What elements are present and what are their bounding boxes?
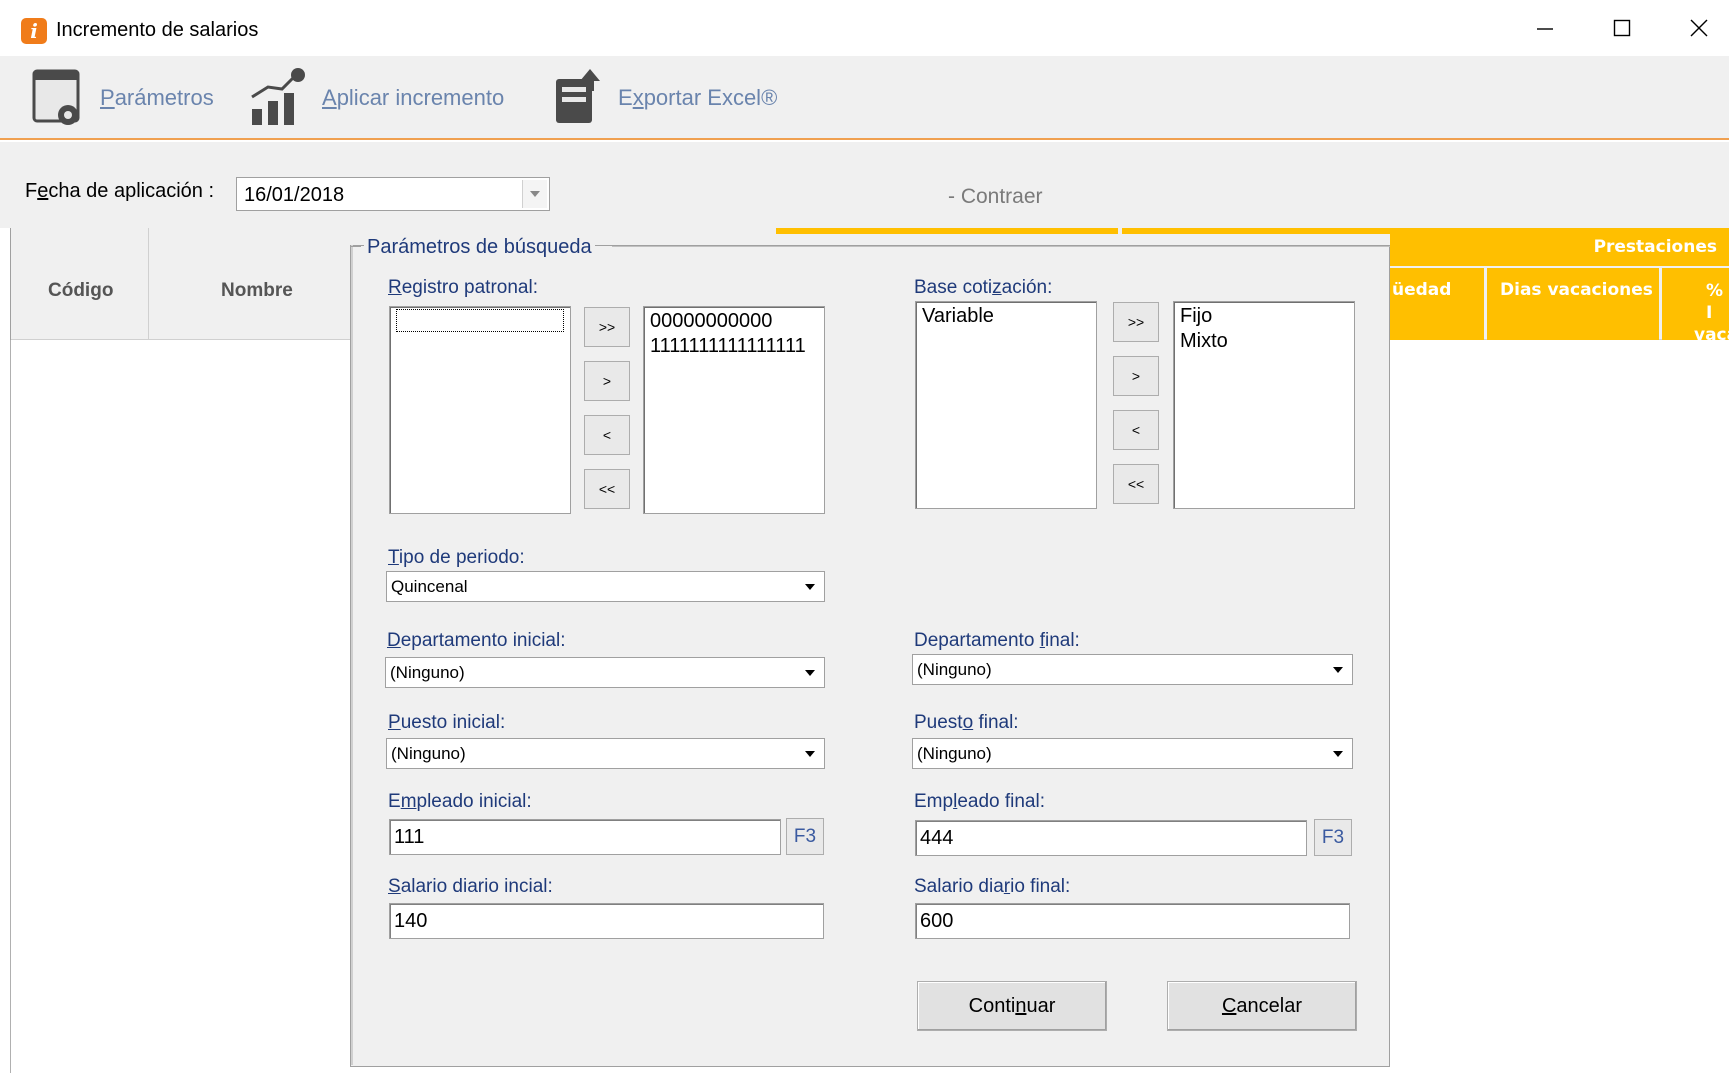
list-item[interactable]: Fijo xyxy=(1180,304,1348,329)
list-item[interactable]: 00000000000 xyxy=(650,309,818,334)
list-item[interactable]: Variable xyxy=(922,304,1090,329)
base-available-list[interactable]: Variable xyxy=(915,301,1097,509)
depto-final-value: (Ninguno) xyxy=(917,659,992,679)
minimize-icon[interactable] xyxy=(1510,8,1580,48)
chevron-down-icon[interactable] xyxy=(1326,657,1350,682)
group-top-left xyxy=(351,246,361,247)
header-band-orange-2 xyxy=(1122,228,1390,234)
salario-inicial-field[interactable]: 140 xyxy=(389,903,824,939)
settings-window-icon xyxy=(32,69,80,125)
depto-final-select[interactable]: (Ninguno) xyxy=(912,654,1353,685)
aplicar-incremento-button[interactable]: Aplicar incremento xyxy=(248,66,504,130)
tipo-periodo-label: Tipo de periodo: xyxy=(388,547,525,568)
col-nombre[interactable]: Nombre xyxy=(221,280,293,302)
exportar-excel-label: Exportar Excel® xyxy=(618,85,778,110)
puesto-inicial-value: (Ninguno) xyxy=(391,743,466,763)
list-item[interactable]: Mixto xyxy=(1180,329,1348,354)
list-item[interactable]: 1111111111111111 xyxy=(650,334,818,359)
close-icon[interactable] xyxy=(1664,8,1729,48)
contraer-link[interactable]: - Contraer xyxy=(948,185,1043,209)
puesto-final-select[interactable]: (Ninguno) xyxy=(912,738,1353,769)
base-move-all-left-button[interactable]: << xyxy=(1113,464,1159,504)
puesto-final-label: Puesto final: xyxy=(914,712,1019,733)
col-dias-vacaciones[interactable]: Dias vacaciones xyxy=(1487,268,1659,340)
pct-line1: % I xyxy=(1706,281,1724,323)
exportar-excel-button[interactable]: Exportar Excel® xyxy=(550,66,777,130)
maximize-icon[interactable] xyxy=(1587,8,1657,48)
continuar-button[interactable]: Conti n uar xyxy=(917,981,1107,1031)
antiguedad-label: üedad xyxy=(1392,280,1452,300)
parametros-button[interactable]: Parámetros xyxy=(30,66,214,130)
base-move-left-button[interactable]: < xyxy=(1113,410,1159,450)
base-selected-list[interactable]: Fijo Mixto xyxy=(1173,301,1355,509)
salario-final-field[interactable]: 600 xyxy=(915,903,1350,939)
empleado-inicial-f3-button[interactable]: F3 xyxy=(786,818,824,855)
depto-inicial-label: Departamento inicial: xyxy=(387,630,566,651)
chevron-down-icon[interactable] xyxy=(798,741,822,766)
chevron-down-icon[interactable] xyxy=(522,180,547,208)
title-bar xyxy=(0,0,1729,56)
tipo-periodo-value: Quincenal xyxy=(391,576,468,596)
empleado-final-field[interactable]: 444 xyxy=(915,820,1307,856)
chevron-down-icon[interactable] xyxy=(1326,741,1350,766)
empleado-inicial-label: Empleado inicial: xyxy=(388,791,532,812)
base-move-all-right-button[interactable]: >> xyxy=(1113,302,1159,342)
tipo-periodo-select[interactable]: Quincenal xyxy=(386,571,825,602)
aplicar-incremento-label: Aplicar incremento xyxy=(322,85,505,110)
group-border xyxy=(351,245,353,1065)
fecha-aplicacion-value: 16/01/2018 xyxy=(244,184,345,206)
depto-final-label: Departamento final: xyxy=(914,630,1080,651)
window-title: Incremento de salarios xyxy=(56,19,259,41)
depto-inicial-select[interactable]: (Ninguno) xyxy=(385,657,825,688)
prestaciones-label: Prestaciones xyxy=(1593,237,1717,257)
dias-vacaciones-label: Dias vacaciones xyxy=(1500,280,1653,300)
registro-move-left-button[interactable]: < xyxy=(584,415,630,455)
registro-move-all-left-button[interactable]: << xyxy=(584,469,630,509)
base-cotizacion-label: Base cotización: xyxy=(914,277,1053,298)
growth-chart-icon xyxy=(251,68,305,125)
grid-col-divider xyxy=(148,228,149,340)
registro-move-all-right-button[interactable]: >> xyxy=(584,307,630,347)
app-icon: i xyxy=(21,18,47,44)
group-title: Parámetros de búsqueda xyxy=(364,236,595,259)
chevron-down-icon[interactable] xyxy=(798,660,822,685)
prestaciones-header: Prestaciones xyxy=(1390,228,1729,266)
empleado-inicial-field[interactable]: 111 xyxy=(389,819,781,855)
col-pct-vacaciones[interactable]: % Ivaca xyxy=(1662,268,1729,345)
parametros-label: Parámetros xyxy=(100,85,214,110)
base-move-right-button[interactable]: > xyxy=(1113,356,1159,396)
puesto-inicial-select[interactable]: (Ninguno) xyxy=(386,738,825,769)
col-antiguedad[interactable]: üedad xyxy=(1390,268,1484,340)
salario-inicial-label: Salario diario incial: xyxy=(388,876,553,897)
chevron-down-icon[interactable] xyxy=(798,574,822,599)
puesto-inicial-label: Puesto inicial: xyxy=(388,712,506,733)
list-focus-item[interactable] xyxy=(396,309,564,332)
excel-export-icon xyxy=(556,69,600,123)
depto-inicial-value: (Ninguno) xyxy=(390,662,465,682)
empleado-final-f3-button[interactable]: F3 xyxy=(1314,819,1352,856)
salario-final-label: Salario diario final: xyxy=(914,876,1071,897)
cancelar-button[interactable]: Cancelar xyxy=(1167,981,1357,1031)
header-band-orange-1 xyxy=(776,228,1118,234)
empleado-final-label: Empleado final: xyxy=(914,791,1045,812)
registro-patronal-label: Registro patronal: xyxy=(388,277,538,298)
fecha-aplicacion-label: Fecha de aplicación : xyxy=(25,180,215,202)
registro-move-right-button[interactable]: > xyxy=(584,361,630,401)
col-codigo[interactable]: Código xyxy=(48,280,113,302)
puesto-final-value: (Ninguno) xyxy=(917,743,992,763)
registro-available-list[interactable] xyxy=(389,306,571,514)
group-top-right xyxy=(612,246,1390,247)
registro-selected-list[interactable]: 00000000000 1111111111111111 xyxy=(643,306,825,514)
